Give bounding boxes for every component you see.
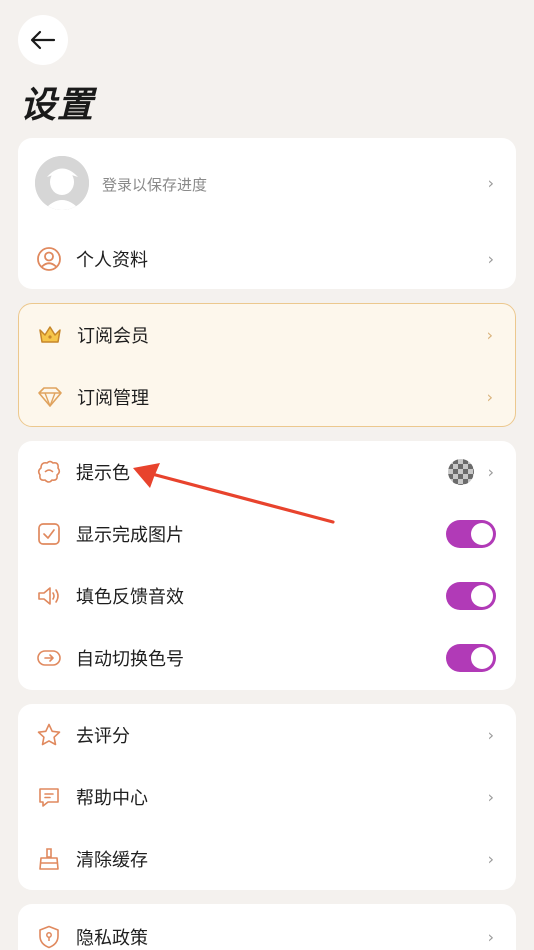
preferences-card: 提示色 › 显示完成图片 填色反馈音效 自动切换色号 bbox=[18, 441, 516, 690]
crown-icon bbox=[37, 322, 63, 348]
profile-label: 个人资料 bbox=[76, 250, 148, 271]
speaker-icon bbox=[36, 583, 62, 609]
rate-row[interactable]: 去评分 › bbox=[18, 704, 516, 766]
hint-color-label: 提示色 bbox=[76, 463, 130, 484]
chevron-right-icon: › bbox=[487, 725, 494, 745]
chevron-right-icon: › bbox=[487, 462, 494, 482]
show-completed-label: 显示完成图片 bbox=[76, 525, 184, 546]
chevron-right-icon: › bbox=[486, 387, 493, 407]
chevron-right-icon: › bbox=[486, 325, 493, 345]
hint-color-swatch bbox=[448, 459, 474, 485]
support-card: 去评分 › 帮助中心 › 清除缓存 › bbox=[18, 704, 516, 890]
help-row[interactable]: 帮助中心 › bbox=[18, 766, 516, 828]
arrow-left-icon bbox=[30, 30, 56, 50]
shield-icon bbox=[36, 924, 62, 950]
rate-label: 去评分 bbox=[76, 726, 130, 747]
manage-subscription-row[interactable]: 订阅管理 › bbox=[19, 366, 515, 428]
profile-row[interactable]: 个人资料 › bbox=[18, 228, 516, 290]
avatar-placeholder-icon bbox=[35, 156, 89, 210]
palette-icon bbox=[36, 459, 62, 485]
toggle-knob bbox=[471, 523, 493, 545]
switch-arrows-icon bbox=[36, 645, 62, 671]
chevron-right-icon: › bbox=[487, 249, 494, 269]
diamond-icon bbox=[37, 384, 63, 410]
privacy-label: 隐私政策 bbox=[76, 928, 148, 949]
fill-sound-toggle[interactable] bbox=[446, 582, 496, 610]
login-prompt: 登录以保存进度 bbox=[102, 176, 208, 194]
check-square-icon bbox=[36, 521, 62, 547]
hint-color-row[interactable]: 提示色 › bbox=[18, 441, 516, 503]
page-title: 设置 bbox=[20, 85, 95, 126]
account-card: 登录以保存进度 › 个人资料 › bbox=[18, 138, 516, 289]
chevron-right-icon: › bbox=[487, 173, 494, 193]
auto-switch-toggle[interactable] bbox=[446, 644, 496, 672]
legal-card: 隐私政策 › bbox=[18, 904, 516, 950]
star-icon bbox=[36, 722, 62, 748]
subscribe-row[interactable]: 订阅会员 › bbox=[19, 304, 515, 366]
chat-bubble-icon bbox=[36, 784, 62, 810]
clear-cache-row[interactable]: 清除缓存 › bbox=[18, 828, 516, 890]
show-completed-toggle[interactable] bbox=[446, 520, 496, 548]
login-row[interactable]: 登录以保存进度 › bbox=[18, 152, 516, 214]
chevron-right-icon: › bbox=[487, 787, 494, 807]
help-label: 帮助中心 bbox=[76, 788, 148, 809]
privacy-row[interactable]: 隐私政策 › bbox=[18, 906, 516, 950]
avatar bbox=[35, 156, 89, 210]
chevron-right-icon: › bbox=[487, 927, 494, 947]
subscribe-label: 订阅会员 bbox=[77, 326, 149, 347]
broom-icon bbox=[36, 846, 62, 872]
clear-cache-label: 清除缓存 bbox=[76, 850, 148, 871]
auto-switch-row: 自动切换色号 bbox=[18, 627, 516, 689]
chevron-right-icon: › bbox=[487, 849, 494, 869]
auto-switch-label: 自动切换色号 bbox=[76, 649, 184, 670]
fill-sound-label: 填色反馈音效 bbox=[76, 587, 184, 608]
show-completed-row: 显示完成图片 bbox=[18, 503, 516, 565]
toggle-knob bbox=[471, 647, 493, 669]
membership-card: 订阅会员 › 订阅管理 › bbox=[18, 303, 516, 427]
user-circle-icon bbox=[36, 246, 62, 272]
fill-sound-row: 填色反馈音效 bbox=[18, 565, 516, 627]
toggle-knob bbox=[471, 585, 493, 607]
manage-subscription-label: 订阅管理 bbox=[77, 388, 149, 409]
back-button[interactable] bbox=[18, 15, 68, 65]
